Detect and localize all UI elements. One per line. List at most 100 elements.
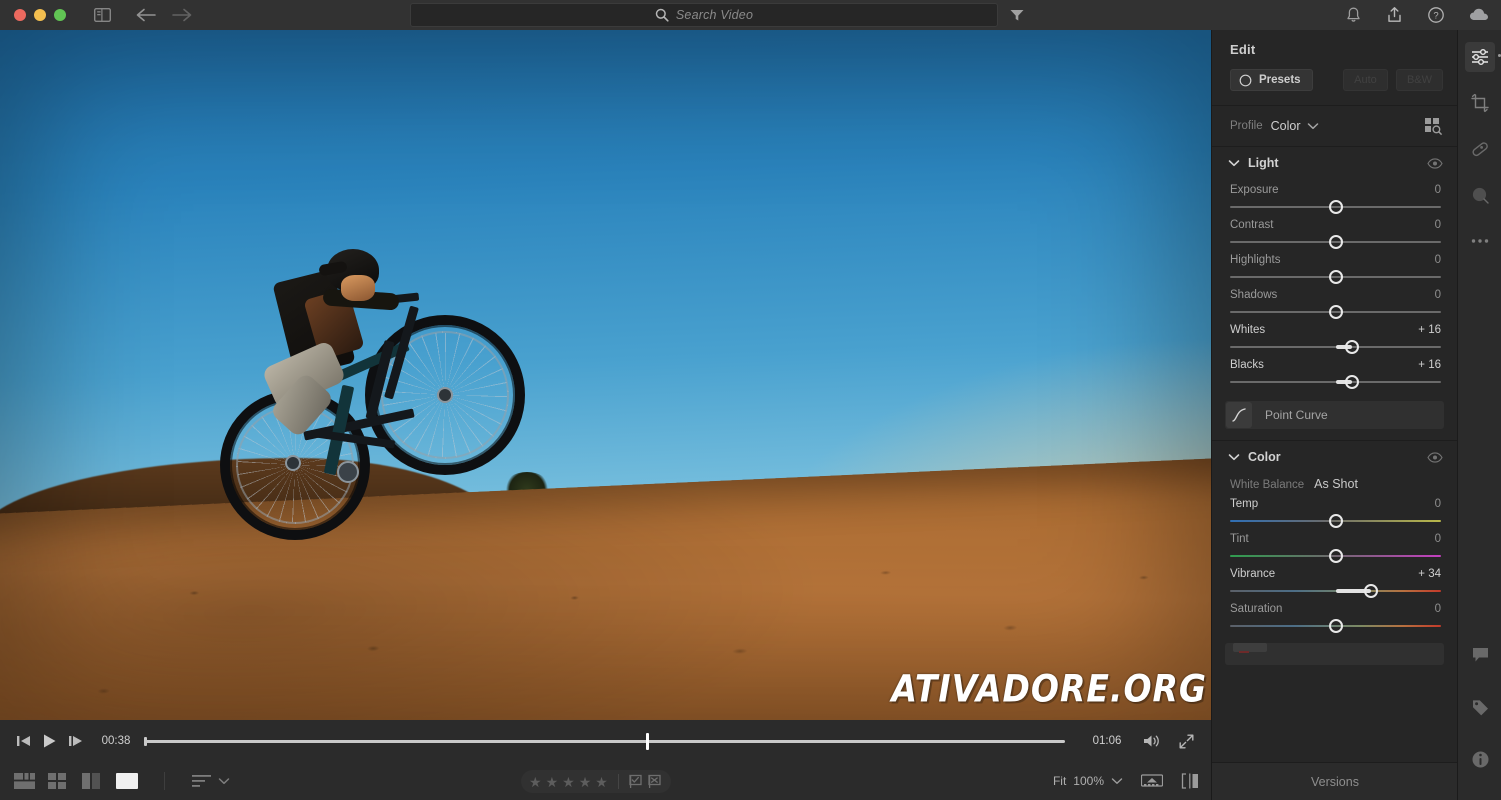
info-icon[interactable] <box>1465 744 1495 774</box>
point-curve-button[interactable]: Point Curve <box>1225 401 1444 429</box>
slider-handle[interactable] <box>1345 375 1360 389</box>
filter-funnel-icon[interactable] <box>1008 6 1026 24</box>
compare-icon[interactable] <box>82 773 103 789</box>
flag-reject-icon[interactable] <box>648 774 663 789</box>
play-icon[interactable] <box>36 728 62 754</box>
slider-handle[interactable] <box>1328 270 1343 284</box>
scrubber-track <box>144 739 1065 743</box>
tone-curve-icon <box>1226 402 1252 428</box>
slider-label: Temp <box>1230 498 1259 510</box>
edit-panel-actions: Presets Auto B&W <box>1212 57 1457 91</box>
light-section-header[interactable]: Light <box>1212 147 1457 179</box>
slider-blacks[interactable]: Blacks + 16 <box>1212 354 1457 389</box>
slider-exposure[interactable]: Exposure 0 <box>1212 179 1457 214</box>
single-photo-icon[interactable] <box>116 773 138 789</box>
star-4[interactable]: ★ <box>579 775 592 789</box>
star-3[interactable]: ★ <box>562 775 575 789</box>
step-backward-icon[interactable] <box>10 728 36 754</box>
sidebar-toggle-icon[interactable] <box>88 0 116 30</box>
auto-button[interactable]: Auto <box>1342 69 1388 91</box>
sort-control[interactable] <box>192 774 230 788</box>
before-after-icon[interactable] <box>1181 773 1199 789</box>
step-forward-icon[interactable] <box>62 728 88 754</box>
white-balance-row[interactable]: White Balance As Shot <box>1212 473 1457 493</box>
profile-row[interactable]: Profile Color <box>1212 106 1457 146</box>
speaker-on-icon[interactable] <box>1139 728 1165 754</box>
presets-button[interactable]: Presets <box>1230 69 1313 91</box>
versions-label: Versions <box>1311 774 1359 789</box>
bw-button[interactable]: B&W <box>1395 69 1443 91</box>
light-section-title: Light <box>1248 156 1279 170</box>
masking-icon[interactable] <box>1465 180 1495 210</box>
slider-highlights[interactable]: Highlights 0 <box>1212 249 1457 284</box>
navigation-arrows <box>132 0 196 30</box>
chevron-down-icon[interactable] <box>1228 453 1240 461</box>
video-preview-canvas[interactable]: ATIVADORE.ORG <box>0 30 1211 720</box>
star-2[interactable]: ★ <box>546 775 559 789</box>
versions-bar[interactable]: Versions <box>1212 762 1457 800</box>
slider-handle[interactable] <box>1345 340 1360 354</box>
tag-icon[interactable] <box>1465 692 1495 722</box>
close-window-button[interactable] <box>14 9 26 21</box>
color-section-title: Color <box>1248 450 1281 464</box>
healing-brush-icon[interactable] <box>1465 134 1495 164</box>
forward-button[interactable] <box>168 0 196 30</box>
slider-saturation[interactable]: Saturation 0 <box>1212 598 1457 633</box>
scrubber-playhead[interactable] <box>645 732 649 750</box>
bell-icon[interactable] <box>1345 6 1362 24</box>
back-button[interactable] <box>132 0 160 30</box>
slider-label: Shadows <box>1230 289 1278 301</box>
pill-divider <box>617 774 619 789</box>
slider-handle[interactable] <box>1328 619 1343 633</box>
star-5[interactable]: ★ <box>595 775 608 789</box>
comment-icon[interactable] <box>1465 640 1495 670</box>
chevron-down-icon[interactable] <box>1228 159 1240 167</box>
share-icon[interactable] <box>1386 6 1403 24</box>
help-icon[interactable]: ? <box>1427 6 1445 24</box>
slider-whites[interactable]: Whites + 16 <box>1212 319 1457 354</box>
color-mixer-partial[interactable] <box>1225 643 1444 665</box>
slider-shadows[interactable]: Shadows 0 <box>1212 284 1457 319</box>
slider-label: Tint <box>1230 533 1249 545</box>
slider-label: Vibrance <box>1230 568 1276 580</box>
svg-text:?: ? <box>1433 11 1438 22</box>
slider-handle[interactable] <box>1364 584 1379 598</box>
cloud-icon[interactable] <box>1469 7 1491 23</box>
slider-vibrance[interactable]: Vibrance + 34 <box>1212 563 1457 598</box>
maximize-window-button[interactable] <box>54 9 66 21</box>
color-sliders: Temp 0 Tint 0 Vibrance + 34 Saturation 0 <box>1212 493 1457 633</box>
slider-contrast[interactable]: Contrast 0 <box>1212 214 1457 249</box>
toolbar-divider <box>164 772 165 790</box>
chevron-down-icon <box>1307 122 1319 130</box>
slider-label: Exposure <box>1230 184 1279 196</box>
eye-icon[interactable] <box>1427 451 1443 463</box>
color-section-header[interactable]: Color <box>1212 441 1457 473</box>
eye-icon[interactable] <box>1427 157 1443 169</box>
slider-tint[interactable]: Tint 0 <box>1212 528 1457 563</box>
minimize-window-button[interactable] <box>34 9 46 21</box>
presets-icon <box>1239 74 1252 87</box>
slider-handle[interactable] <box>1328 235 1343 249</box>
grid-icon[interactable] <box>48 773 69 789</box>
profile-browser-icon[interactable] <box>1424 117 1443 136</box>
tools-rail <box>1457 30 1501 800</box>
zoom-control[interactable]: Fit 100% <box>1053 762 1123 800</box>
slider-value: 0 <box>1434 289 1441 301</box>
filmstrip-toggle-icon[interactable] <box>1141 773 1163 789</box>
crop-icon[interactable] <box>1465 88 1495 118</box>
flag-pick-icon[interactable] <box>629 774 644 789</box>
slider-handle[interactable] <box>1328 200 1343 214</box>
slider-handle[interactable] <box>1328 514 1343 528</box>
search-bar[interactable]: Search Video <box>410 3 998 27</box>
slider-value: 0 <box>1434 603 1441 615</box>
expand-icon[interactable] <box>1173 728 1199 754</box>
star-1[interactable]: ★ <box>529 775 542 789</box>
edit-sliders-icon[interactable] <box>1464 42 1495 72</box>
slider-handle[interactable] <box>1328 549 1343 563</box>
slider-temp[interactable]: Temp 0 <box>1212 493 1457 528</box>
video-scrubber[interactable] <box>144 732 1065 750</box>
ellipsis-icon[interactable] <box>1465 226 1495 256</box>
slider-handle[interactable] <box>1328 305 1343 319</box>
slider-label: Blacks <box>1230 359 1264 371</box>
detail-grid-icon[interactable] <box>14 773 35 789</box>
